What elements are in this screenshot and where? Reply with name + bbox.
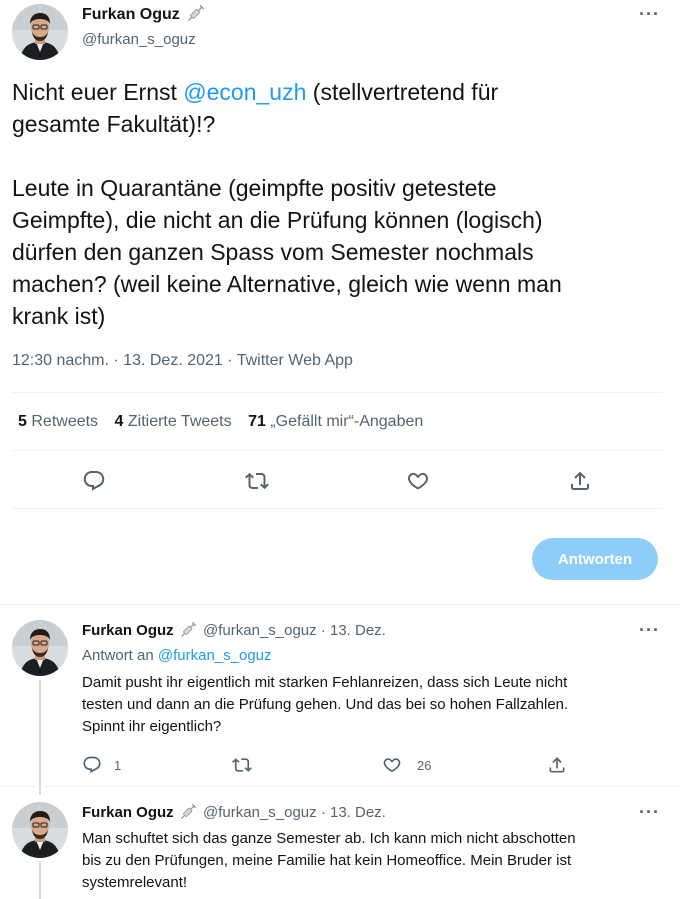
reply-text-line: testen und dann an die Prüfung gehen. Un… bbox=[82, 696, 569, 713]
reply-to-handle[interactable]: @furkan_s_oguz bbox=[158, 647, 272, 664]
more-icon[interactable]: ··· bbox=[639, 802, 660, 823]
mention-link[interactable]: @econ_uzh bbox=[183, 79, 306, 105]
reply-author-handle[interactable]: @furkan_s_oguz bbox=[203, 622, 317, 639]
reply-date[interactable]: · 13. Dez. bbox=[321, 622, 386, 639]
thread-line bbox=[39, 862, 41, 899]
reply-header: Furkan Oguz @furkan_s_oguz · 13. Dez. bbox=[82, 804, 386, 821]
tweet-text-line: machen? (weil keine Alternative, gleich … bbox=[12, 271, 562, 297]
reply-action-share[interactable] bbox=[547, 755, 567, 775]
reply-author-name[interactable]: Furkan Oguz bbox=[82, 622, 174, 639]
divider bbox=[0, 786, 680, 787]
tweet-text-line: gesamte Fakultät)!? bbox=[12, 111, 216, 137]
tweet-text-line: krank ist) bbox=[12, 303, 106, 329]
tweet-stats: 5 Retweets 4 Zitierte Tweets 71 „Gefällt… bbox=[18, 413, 423, 431]
reply-button[interactable]: Antworten bbox=[532, 538, 658, 580]
divider bbox=[12, 508, 662, 509]
syringe-icon bbox=[180, 621, 197, 638]
like-icon[interactable] bbox=[405, 468, 431, 494]
share-icon[interactable] bbox=[567, 468, 593, 494]
reply-icon[interactable] bbox=[82, 755, 102, 775]
tweet-text: Nicht euer Ernst @econ_uzh (stellvertret… bbox=[12, 76, 662, 332]
author-avatar[interactable] bbox=[12, 4, 68, 60]
reply-header: Furkan Oguz @furkan_s_oguz · 13. Dez. bbox=[82, 622, 386, 639]
like-icon[interactable] bbox=[382, 755, 402, 775]
reply-count: 1 bbox=[114, 757, 122, 773]
reply-action-retweet[interactable] bbox=[232, 755, 252, 775]
retweet-icon[interactable] bbox=[244, 468, 270, 494]
author-name-row[interactable]: Furkan Oguz bbox=[82, 6, 205, 24]
syringe-icon bbox=[180, 803, 197, 820]
author-handle[interactable]: @furkan_s_oguz bbox=[82, 31, 196, 48]
more-icon[interactable]: ··· bbox=[639, 620, 660, 641]
reply-text: Man schuftet sich das ganze Semester ab.… bbox=[82, 828, 667, 894]
tweet-text-line: Geimpfte), die nicht an die Prüfung könn… bbox=[12, 207, 543, 233]
reply-text-line: systemrelevant! bbox=[82, 874, 188, 891]
more-icon[interactable]: ··· bbox=[639, 4, 660, 25]
divider bbox=[12, 450, 662, 451]
reply-avatar[interactable] bbox=[12, 620, 68, 676]
reply-text-line: bis zu den Prüfungen, meine Familie hat … bbox=[82, 852, 572, 869]
tweet-meta[interactable]: 12:30 nachm. · 13. Dez. 2021 · Twitter W… bbox=[12, 352, 353, 370]
reply-action-like[interactable]: 26 bbox=[382, 755, 431, 775]
tweet-text-line: dürfen den ganzen Spass vom Semester noc… bbox=[12, 239, 534, 265]
share-icon[interactable] bbox=[547, 755, 567, 775]
thread-line bbox=[39, 680, 41, 795]
reply-text: Damit pusht ihr eigentlich mit starken F… bbox=[82, 672, 667, 738]
tweet-text-line: Leute in Quarantäne (geimpfte positiv ge… bbox=[12, 175, 497, 201]
reply-to: Antwort an @furkan_s_oguz bbox=[82, 647, 272, 664]
divider bbox=[12, 392, 662, 393]
retweet-icon[interactable] bbox=[232, 755, 252, 775]
reply-author-handle[interactable]: @furkan_s_oguz bbox=[203, 804, 317, 821]
reply-text-line: Damit pusht ihr eigentlich mit starken F… bbox=[82, 674, 568, 691]
like-count: 26 bbox=[417, 757, 432, 773]
quotes-stat[interactable]: 4 Zitierte Tweets bbox=[115, 413, 232, 430]
reply-icon[interactable] bbox=[81, 468, 107, 494]
syringe-icon bbox=[187, 4, 205, 22]
reply-action-reply[interactable]: 1 bbox=[82, 755, 121, 775]
reply-avatar[interactable] bbox=[12, 802, 68, 858]
likes-stat[interactable]: 71 „Gefällt mir“-Angaben bbox=[248, 413, 423, 430]
divider bbox=[0, 604, 680, 605]
author-name[interactable]: Furkan Oguz bbox=[82, 6, 180, 23]
reply-author-name[interactable]: Furkan Oguz bbox=[82, 804, 174, 821]
reply-text-line: Man schuftet sich das ganze Semester ab.… bbox=[82, 830, 576, 847]
retweets-stat[interactable]: 5 Retweets bbox=[18, 413, 98, 430]
reply-date[interactable]: · 13. Dez. bbox=[321, 804, 386, 821]
reply-text-line: Spinnt ihr eigentlich? bbox=[82, 718, 222, 735]
tweet-text-line: Nicht euer Ernst @econ_uzh (stellvertret… bbox=[12, 79, 499, 105]
